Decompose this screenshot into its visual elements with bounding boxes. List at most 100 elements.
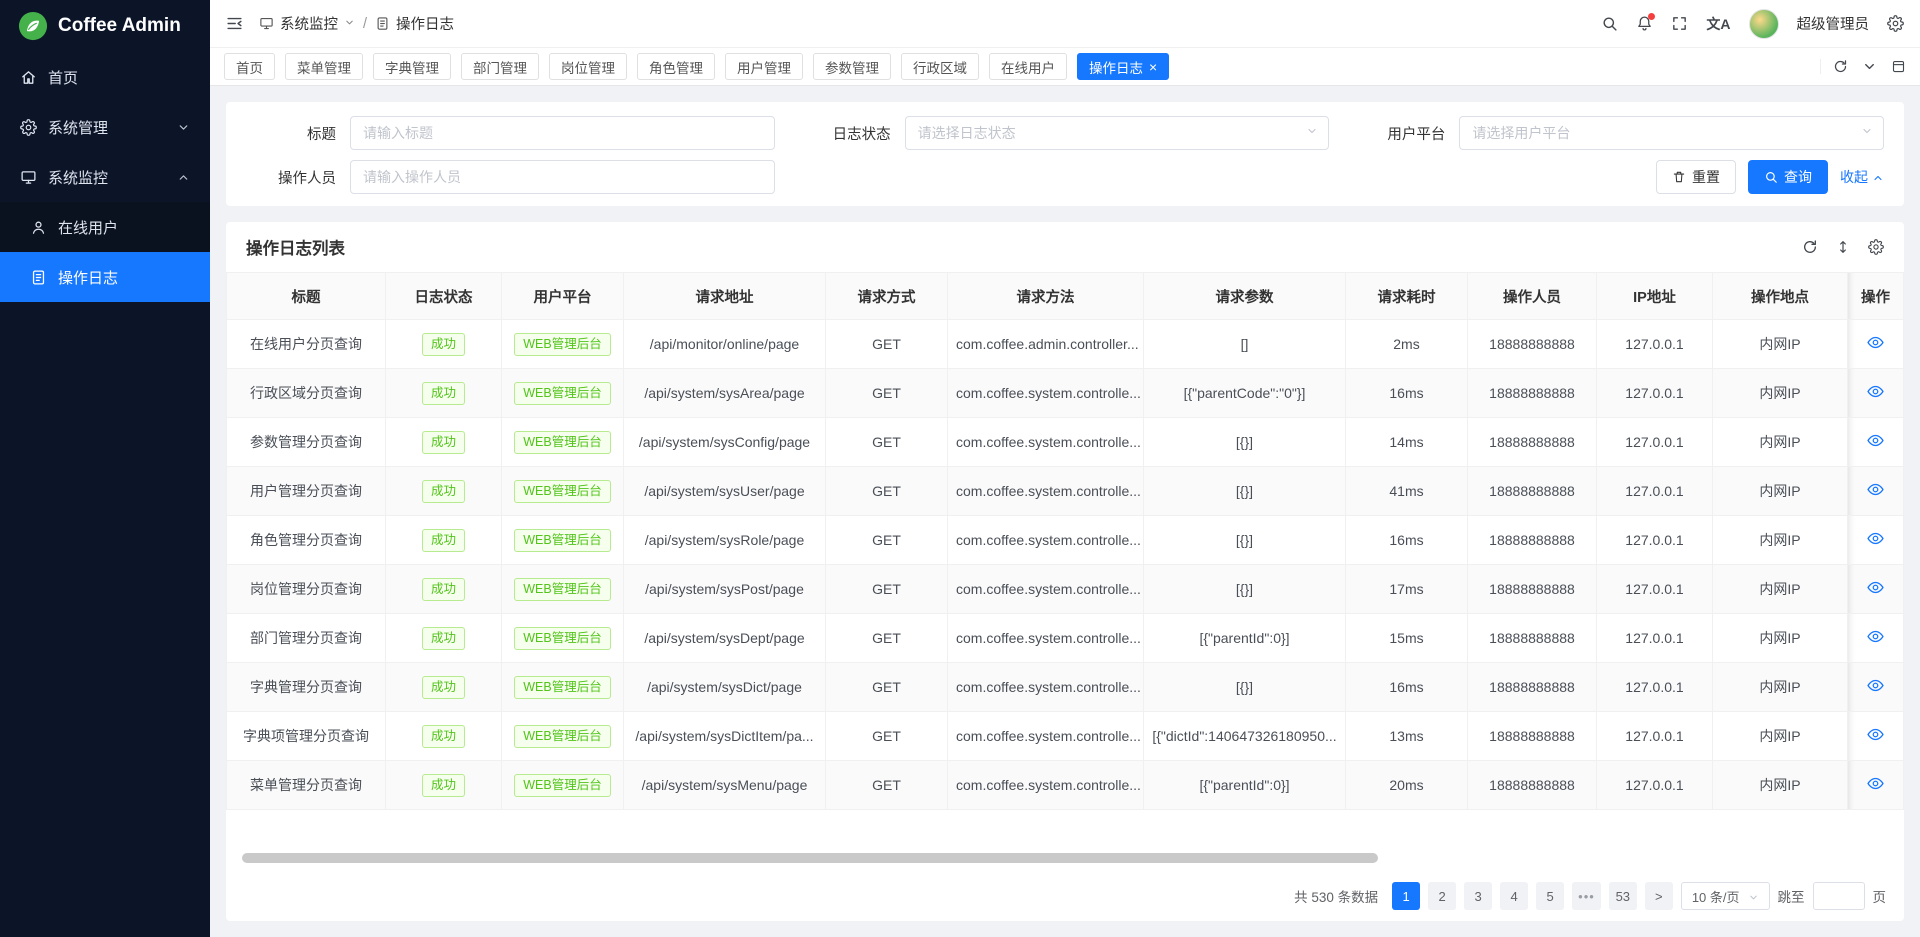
cell-title: 参数管理分页查询 — [227, 418, 386, 467]
tab-1[interactable]: 菜单管理 — [285, 53, 363, 80]
user-icon — [30, 218, 47, 236]
reset-button[interactable]: 重置 — [1656, 160, 1736, 194]
tab-5[interactable]: 角色管理 — [637, 53, 715, 80]
fullscreen-icon[interactable] — [1671, 15, 1688, 32]
trash-icon — [1672, 170, 1686, 184]
cell-location: 内网IP — [1713, 663, 1848, 712]
table-row: 行政区域分页查询成功WEB管理后台/api/system/sysArea/pag… — [227, 369, 1904, 418]
scrollbar-thumb[interactable] — [242, 853, 1378, 863]
cell-status: 成功 — [386, 565, 502, 614]
tab-tools — [1820, 59, 1906, 74]
page-button-5[interactable]: 5 — [1536, 882, 1564, 910]
user-platform-select[interactable]: 请选择用户平台 — [1459, 116, 1884, 150]
tab-label: 菜单管理 — [297, 57, 351, 77]
title-input[interactable] — [350, 116, 775, 150]
tab-3[interactable]: 部门管理 — [461, 53, 539, 80]
cell-status: 成功 — [386, 516, 502, 565]
view-detail-button[interactable] — [1867, 628, 1884, 645]
cell-operator: 18888888888 — [1468, 712, 1597, 761]
page-list: 12345 ••• 53 — [1392, 882, 1637, 910]
cell-operator: 18888888888 — [1468, 663, 1597, 712]
tab-4[interactable]: 岗位管理 — [549, 53, 627, 80]
log-status-select[interactable]: 请选择日志状态 — [905, 116, 1330, 150]
menu-fold-icon[interactable] — [226, 15, 243, 32]
user-name[interactable]: 超级管理员 — [1797, 13, 1870, 34]
view-detail-button[interactable] — [1867, 432, 1884, 449]
sidebar-item-operation-log[interactable]: 操作日志 — [0, 252, 210, 302]
tab-2[interactable]: 字典管理 — [373, 53, 451, 80]
chevron-down-icon[interactable] — [1862, 59, 1877, 74]
page-button-4[interactable]: 4 — [1500, 882, 1528, 910]
next-page-button[interactable]: > — [1645, 882, 1673, 910]
page-button-3[interactable]: 3 — [1464, 882, 1492, 910]
chevron-down-icon — [1306, 124, 1318, 142]
page-unit-label: 页 — [1873, 886, 1887, 906]
tab-9[interactable]: 在线用户 — [989, 53, 1067, 80]
view-detail-button[interactable] — [1867, 530, 1884, 547]
collapse-toggle[interactable]: 收起 — [1840, 167, 1884, 187]
cell-url: /api/system/sysMenu/page — [624, 761, 826, 810]
sidebar-item-system-management[interactable]: 系统管理 — [0, 102, 210, 152]
view-detail-button[interactable] — [1867, 726, 1884, 743]
cell-location: 内网IP — [1713, 369, 1848, 418]
sidebar-item-online-users[interactable]: 在线用户 — [0, 202, 210, 252]
eye-icon — [1867, 334, 1884, 351]
select-placeholder: 请选择日志状态 — [918, 123, 1016, 143]
page-size-select[interactable]: 10 条/页 — [1681, 882, 1770, 910]
search-icon[interactable] — [1601, 15, 1618, 32]
jump-page-input[interactable] — [1813, 882, 1865, 910]
bell-icon[interactable] — [1636, 15, 1653, 32]
view-detail-button[interactable] — [1867, 677, 1884, 694]
column-settings-gear-icon[interactable] — [1868, 239, 1884, 255]
status-badge: 成功 — [422, 480, 465, 503]
breadcrumb-item-monitor[interactable]: 系统监控 — [259, 13, 355, 34]
refresh-icon[interactable] — [1802, 239, 1818, 255]
view-detail-button[interactable] — [1867, 579, 1884, 596]
layout-icon[interactable] — [1891, 59, 1906, 74]
page-button-53[interactable]: 53 — [1609, 882, 1637, 910]
page-button-2[interactable]: 2 — [1428, 882, 1456, 910]
sidebar-item-home[interactable]: 首页 — [0, 52, 210, 102]
view-detail-button[interactable] — [1867, 775, 1884, 792]
search-icon — [1764, 170, 1778, 184]
page-button-1[interactable]: 1 — [1392, 882, 1420, 910]
column-header: 日志状态 — [386, 273, 502, 320]
avatar[interactable] — [1749, 9, 1779, 39]
tab-6[interactable]: 用户管理 — [725, 53, 803, 80]
sidebar-item-system-monitor[interactable]: 系统监控 — [0, 152, 210, 202]
cell-ip: 127.0.0.1 — [1597, 467, 1713, 516]
view-detail-button[interactable] — [1867, 481, 1884, 498]
horizontal-scrollbar — [242, 853, 1888, 863]
column-header: 请求方式 — [826, 273, 948, 320]
tab-0[interactable]: 首页 — [224, 53, 275, 80]
cell-function: com.coffee.system.controlle... — [948, 369, 1144, 418]
tab-10[interactable]: 操作日志× — [1077, 53, 1169, 80]
cell-url: /api/system/sysUser/page — [624, 467, 826, 516]
platform-badge: WEB管理后台 — [514, 627, 610, 650]
cell-method: GET — [826, 516, 948, 565]
operator-input[interactable] — [350, 160, 775, 194]
table-header-row: 标题日志状态用户平台请求地址请求方式请求方法请求参数请求耗时操作人员IP地址操作… — [227, 273, 1904, 320]
status-badge: 成功 — [422, 529, 465, 552]
cell-params: [{"parentCode":"0"}] — [1144, 369, 1346, 418]
search-button[interactable]: 查询 — [1748, 160, 1828, 194]
table-row: 字典项管理分页查询成功WEB管理后台/api/system/sysDictIte… — [227, 712, 1904, 761]
density-icon[interactable] — [1835, 239, 1851, 255]
cell-function: com.coffee.system.controlle... — [948, 614, 1144, 663]
page-ellipsis[interactable]: ••• — [1572, 882, 1601, 910]
translate-icon[interactable]: 文A — [1706, 14, 1730, 34]
cell-operator: 18888888888 — [1468, 516, 1597, 565]
cell-url: /api/monitor/online/page — [624, 320, 826, 369]
tab-8[interactable]: 行政区域 — [901, 53, 979, 80]
view-detail-button[interactable] — [1867, 334, 1884, 351]
close-icon[interactable]: × — [1149, 60, 1157, 74]
chevron-down-icon — [344, 16, 355, 32]
breadcrumb-item-operation-log: 操作日志 — [375, 13, 454, 34]
app-logo[interactable]: Coffee Admin — [0, 0, 210, 52]
refresh-icon[interactable] — [1833, 59, 1848, 74]
cell-function: com.coffee.system.controlle... — [948, 761, 1144, 810]
view-detail-button[interactable] — [1867, 383, 1884, 400]
settings-gear-icon[interactable] — [1887, 15, 1904, 32]
tab-7[interactable]: 参数管理 — [813, 53, 891, 80]
platform-badge: WEB管理后台 — [514, 529, 610, 552]
